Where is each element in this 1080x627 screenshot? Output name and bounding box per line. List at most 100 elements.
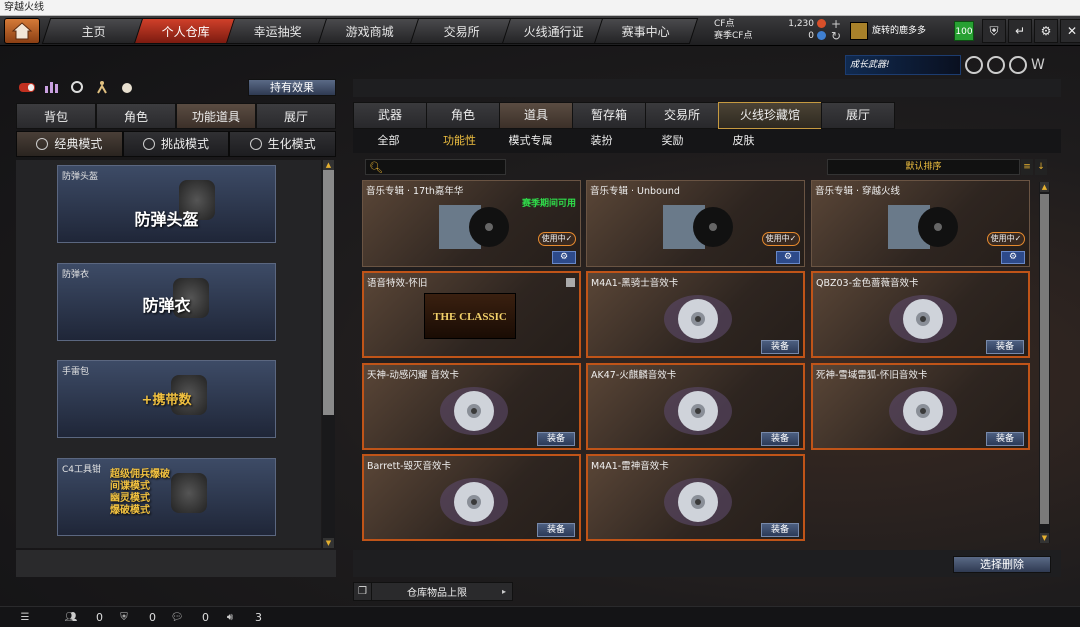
gear-icon[interactable]: ⚙ [552, 251, 576, 264]
mode-tab-challenge[interactable]: 挑战模式 [122, 131, 230, 157]
select-delete-button[interactable]: 选择删除 [953, 556, 1051, 573]
left-mini-icons [16, 79, 141, 95]
growth-weapon-ad[interactable]: 成长武器! [845, 55, 961, 75]
right-scroll-thumb[interactable] [1040, 194, 1049, 524]
close-icon[interactable]: ✕ [1060, 19, 1080, 43]
sort-order-icon[interactable]: ↓ [1035, 159, 1047, 175]
in-use-badge[interactable]: 使用中✓ [538, 232, 576, 246]
item-card[interactable]: QBZ03-金色蔷薇音效卡 装备 [811, 271, 1030, 358]
list-view-icon[interactable]: ≡ [1021, 159, 1033, 175]
sound-card-disc-icon [887, 383, 959, 439]
right-tab-exchange[interactable]: 交易所 [645, 102, 719, 129]
subtab-mode-exclusive[interactable]: 模式专属 [495, 129, 566, 153]
mode-tab-classic[interactable]: 经典模式 [16, 131, 123, 157]
item-card[interactable]: M4A1-黑骑士音效卡 装备 [586, 271, 805, 358]
exit-icon[interactable]: ↵ [1008, 19, 1032, 43]
user-box[interactable]: 旋转的鹿多多 [850, 20, 950, 42]
nav-tab-shop[interactable]: 游戏商城 [317, 18, 423, 44]
item-slot-helmet[interactable]: 防弹头盔 防弹头盔 [57, 165, 276, 243]
item-slot-c4-tool[interactable]: C4工具钳 超级佣兵爆破 间谍模式 幽灵模式 爆破模式 [57, 458, 276, 536]
ad-icon-4[interactable]: W [1031, 56, 1049, 74]
toggle-on-icon[interactable] [16, 79, 38, 95]
item-card[interactable]: 死神-雪域雷狐-怀旧音效卡 装备 [811, 363, 1030, 450]
item-card[interactable]: Barrett-毁灭音效卡 装备 [362, 454, 581, 541]
item-card[interactable]: M4A1-雷神音效卡 装备 [586, 454, 805, 541]
left-scroll-thumb[interactable] [323, 170, 334, 415]
equip-button[interactable]: 装备 [537, 523, 575, 537]
subtab-outfit[interactable]: 装扮 [566, 129, 637, 153]
equip-button[interactable]: 装备 [986, 432, 1024, 446]
nav-tab-lottery[interactable]: 幸运抽奖 [225, 18, 331, 44]
item-card[interactable]: 音乐专辑 · 17th嘉年华 赛季期间可用 使用中✓ ⚙ [362, 180, 581, 267]
friends-stat[interactable]: 👥︎ 0 [64, 611, 103, 624]
left-tab-backpack[interactable]: 背包 [16, 103, 96, 129]
right-tab-showroom[interactable]: 展厅 [821, 102, 895, 129]
nav-tab-events[interactable]: 赛事中心 [593, 18, 699, 44]
item-card[interactable]: 语音特效-怀旧 THE CLASSIC [362, 271, 581, 358]
menu-stat[interactable]: ☰ [18, 611, 50, 623]
equip-button[interactable]: 装备 [537, 432, 575, 446]
item-card-title: 音乐专辑 · 17th嘉年华 [366, 186, 464, 197]
trash-icon[interactable] [566, 278, 575, 287]
recharge-button[interactable]: + ↻ [828, 18, 844, 44]
effects-button[interactable]: 持有效果 [248, 79, 336, 96]
home-button[interactable] [4, 18, 40, 44]
item-card[interactable]: 音乐专辑 · 穿越火线 使用中✓ ⚙ [811, 180, 1030, 267]
figure-icon[interactable] [91, 79, 113, 95]
left-scrollbar[interactable]: ▲ ▼ [322, 160, 335, 548]
cycle-icon[interactable] [66, 79, 88, 95]
item-slot-grenade[interactable]: 手雷包 +携带数 [57, 360, 276, 438]
ad-icon-1[interactable] [965, 56, 983, 74]
sound-card-disc-icon [662, 474, 734, 530]
subtab-all[interactable]: 全部 [353, 129, 424, 153]
capacity-bar[interactable]: ❐ 仓库物品上限 ▸ [353, 582, 513, 601]
mode-tab-zombie[interactable]: 生化模式 [229, 131, 337, 157]
ad-icon-2[interactable] [987, 56, 1005, 74]
gear-icon[interactable]: ⚙ [1001, 251, 1025, 264]
subtab-functional[interactable]: 功能性 [424, 129, 495, 153]
stats-icon[interactable] [41, 79, 63, 95]
sort-buttons: ≡ ↓ [1021, 159, 1047, 175]
classic-mode-icon [36, 138, 49, 150]
right-tab-character[interactable]: 角色 [426, 102, 500, 129]
settings-icon[interactable]: ⚙ [1034, 19, 1058, 43]
sub-tabs: 全部 功能性 模式专属 装扮 奖励 皮肤 [353, 129, 1061, 153]
item-card[interactable]: 天神-动感闪耀 音效卡 装备 [362, 363, 581, 450]
left-tab-showroom[interactable]: 展厅 [256, 103, 336, 129]
equip-button[interactable]: 装备 [761, 432, 799, 446]
gear-icon[interactable]: ⚙ [776, 251, 800, 264]
scroll-up-icon: ▲ [323, 160, 334, 170]
right-scrollbar[interactable]: ▲ ▼ [1039, 182, 1050, 543]
nav-tab-warehouse[interactable]: 个人仓库 [133, 18, 239, 44]
left-tab-functional[interactable]: 功能道具 [176, 103, 256, 129]
shield-icon[interactable]: ⛨ [982, 19, 1006, 43]
right-tab-collection[interactable]: 火线珍藏馆 [718, 102, 822, 129]
chat-stat[interactable]: 💬︎ 0 [170, 611, 209, 624]
ad-icon-3[interactable] [1009, 56, 1027, 74]
subtab-skin[interactable]: 皮肤 [708, 129, 779, 153]
equip-button[interactable]: 装备 [986, 340, 1024, 354]
nav-tab-pass[interactable]: 火线通行证 [501, 18, 607, 44]
pet-icon[interactable] [116, 79, 138, 95]
nav-tab-exchange[interactable]: 交易所 [409, 18, 515, 44]
zombie-mode-icon [249, 138, 262, 150]
item-card[interactable]: AK47-火麒麟音效卡 装备 [586, 363, 805, 450]
nav-tab-home[interactable]: 主页 [41, 18, 147, 44]
item-slot-armor[interactable]: 防弹衣 防弹衣 [57, 263, 276, 341]
equip-button[interactable]: 装备 [761, 340, 799, 354]
game-window: 穿越火线 主页 个人仓库 幸运抽奖 游戏商城 交易所 火线通行证 赛事中心 CF… [0, 0, 1080, 627]
in-use-badge[interactable]: 使用中✓ [987, 232, 1025, 246]
equip-button[interactable]: 装备 [761, 523, 799, 537]
volume-stat[interactable]: 🔊︎ 3 [223, 611, 262, 624]
sort-dropdown[interactable]: 默认排序 [827, 159, 1020, 175]
search-input[interactable]: 🔍︎ [365, 159, 506, 175]
subtab-reward[interactable]: 奖励 [637, 129, 708, 153]
left-tab-character[interactable]: 角色 [96, 103, 176, 129]
item-card[interactable]: 音乐专辑 · Unbound 使用中✓ ⚙ [586, 180, 805, 267]
right-tab-weapons[interactable]: 武器 [353, 102, 427, 129]
in-use-badge[interactable]: 使用中✓ [762, 232, 800, 246]
right-tab-items[interactable]: 道具 [499, 102, 573, 129]
right-tab-stash[interactable]: 暂存箱 [572, 102, 646, 129]
clan-stat[interactable]: ⛨ 0 [117, 611, 156, 624]
refresh-icon: ↻ [830, 29, 842, 43]
